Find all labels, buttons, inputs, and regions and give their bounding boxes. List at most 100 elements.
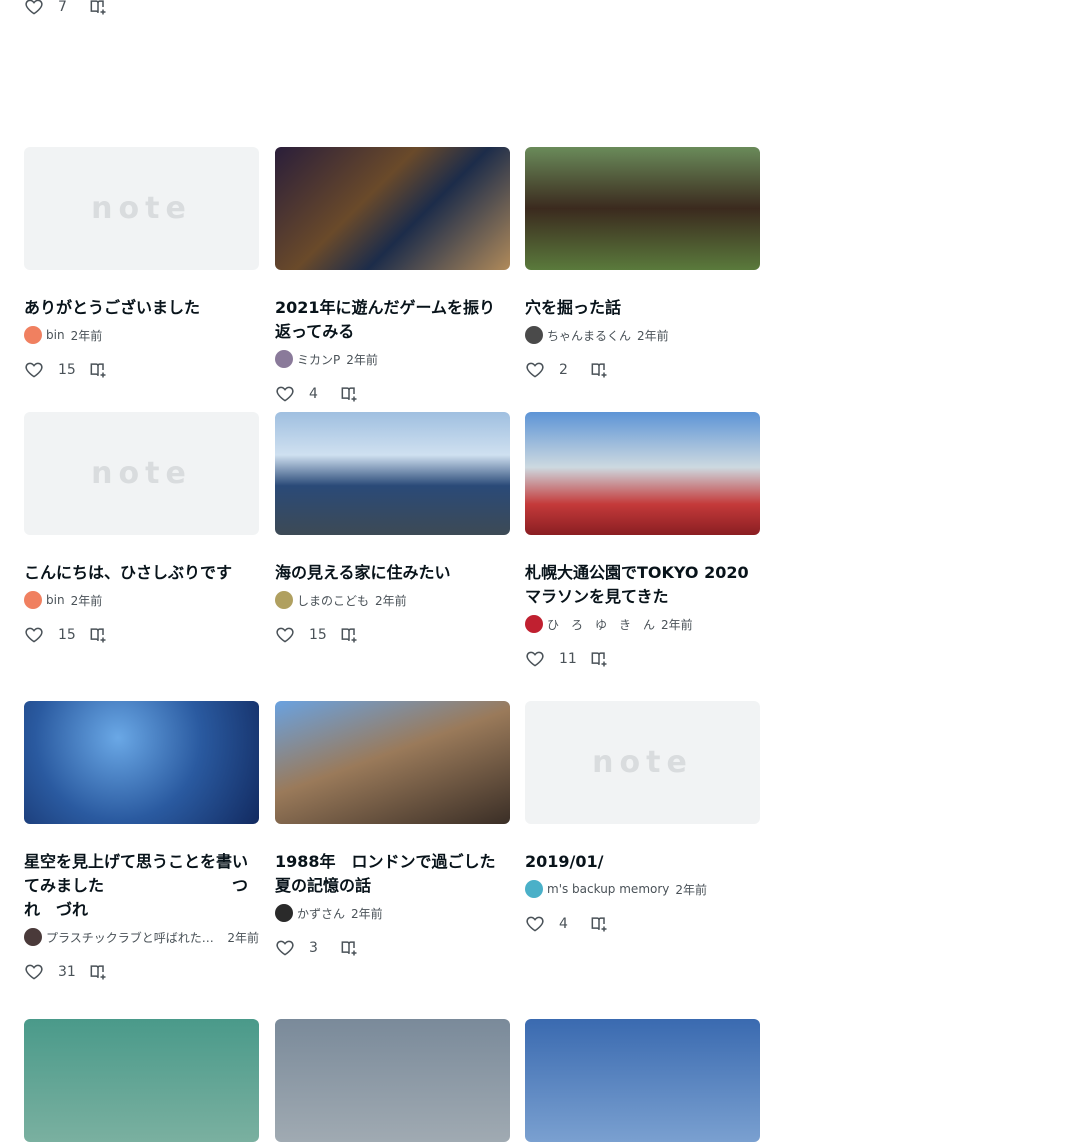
author-name[interactable]: プラスチックラブと呼ばれたシティポップ/Plastic Love [46, 929, 221, 946]
published-ago: 2年前 [375, 593, 407, 608]
article-actions: 15 [275, 625, 510, 645]
like-count: 11 [559, 651, 577, 667]
article-author[interactable]: かずさん 2年前 [275, 904, 510, 922]
article-thumbnail[interactable] [24, 701, 259, 824]
article-thumbnail[interactable] [275, 1019, 510, 1142]
author-name[interactable]: m's backup memory [547, 882, 669, 896]
article-card[interactable]: 星空を見上げて思うことを書いてみました つ れ づれプラスチックラブと呼ばれたシ… [24, 701, 259, 982]
published-ago: 2年前 [675, 882, 708, 897]
article-author[interactable]: m's backup memory 2年前 [525, 880, 760, 898]
avatar[interactable] [525, 326, 543, 344]
article-title[interactable]: 2021年に遊んだゲームを振り返ってみる [275, 296, 510, 344]
article-card[interactable]: 穴を掘った話 ちゃんまるくん 2年前 2 [525, 147, 760, 380]
avatar[interactable] [275, 904, 293, 922]
heart-icon[interactable] [525, 914, 545, 934]
published-ago: 2年前 [351, 906, 383, 921]
article-title[interactable]: こんにちは、ひさしぶりです [24, 561, 259, 585]
article-card[interactable]: note ありがとうございました bin 2年前 15 [24, 147, 259, 380]
heart-icon[interactable] [275, 384, 295, 404]
heart-icon[interactable] [24, 625, 44, 645]
author-name[interactable]: ひ ろ ゆ き ん [547, 616, 655, 633]
article-actions: 4 [275, 384, 510, 404]
article-author[interactable]: ひ ろ ゆ き ん 2年前 [525, 615, 760, 633]
article-thumbnail[interactable] [275, 412, 510, 535]
article-author[interactable]: ちゃんまるくん 2年前 [525, 326, 760, 344]
article-actions: 15 [24, 360, 259, 380]
article-thumbnail[interactable] [525, 1019, 760, 1142]
avatar[interactable] [24, 326, 42, 344]
published-ago: 2年前 [346, 352, 378, 367]
article-card[interactable] [24, 1019, 259, 1142]
heart-icon[interactable] [24, 0, 44, 17]
article-card[interactable] [275, 1019, 510, 1142]
article-author[interactable]: プラスチックラブと呼ばれたシティポップ/Plastic Love 2年前 [24, 928, 259, 946]
published-ago: 2年前 [661, 617, 693, 632]
article-title[interactable]: 星空を見上げて思うことを書いてみました つ れ づれ [24, 850, 259, 922]
like-count: 15 [58, 627, 76, 643]
heart-icon[interactable] [275, 938, 295, 958]
article-card[interactable] [525, 1019, 760, 1142]
article-card[interactable]: note 2019/01/m's backup memory 2年前 4 [525, 701, 760, 934]
article-card[interactable]: 2021年に遊んだゲームを振り返ってみるミカンP 2年前 4 [275, 147, 510, 404]
add-to-magazine-icon[interactable] [339, 625, 359, 645]
article-author[interactable]: bin 2年前 [24, 326, 259, 344]
add-to-magazine-icon[interactable] [339, 938, 359, 958]
add-to-magazine-icon[interactable] [589, 360, 609, 380]
add-to-magazine-icon[interactable] [589, 914, 609, 934]
article-actions: 4 [525, 914, 760, 934]
published-ago: 2年前 [70, 328, 103, 343]
author-name[interactable]: ミカンP [297, 351, 340, 368]
article-thumbnail[interactable]: note [24, 412, 259, 535]
article-thumbnail[interactable] [275, 701, 510, 824]
avatar[interactable] [525, 615, 543, 633]
like-count: 4 [309, 386, 318, 402]
like-count: 4 [559, 916, 568, 932]
article-card[interactable]: 1988年 ロンドンで過ごした夏の記憶の話かずさん 2年前 3 [275, 701, 510, 958]
article-thumbnail[interactable] [275, 147, 510, 270]
article-author[interactable]: ミカンP 2年前 [275, 350, 510, 368]
article-card[interactable]: Gemütlichkeit カフェのようにくつろげる居場所をつくるためにakit… [24, 0, 259, 17]
author-name[interactable]: bin [46, 328, 65, 342]
heart-icon[interactable] [24, 962, 44, 982]
article-card[interactable]: 札幌大通公園でTOKYO 2020マラソンを見てきたひ ろ ゆ き ん 2年前 11 [525, 412, 760, 669]
article-actions: 15 [24, 625, 259, 645]
article-thumbnail[interactable]: note [525, 701, 760, 824]
author-name[interactable]: bin [46, 593, 65, 607]
article-thumbnail[interactable] [525, 147, 760, 270]
heart-icon[interactable] [275, 625, 295, 645]
article-title[interactable]: 穴を掘った話 [525, 296, 760, 320]
avatar[interactable] [525, 880, 543, 898]
article-title[interactable]: 1988年 ロンドンで過ごした夏の記憶の話 [275, 850, 510, 898]
article-card[interactable]: 海の見える家に住みたいしまのこども 2年前 15 [275, 412, 510, 645]
author-name[interactable]: しまのこども [297, 592, 369, 609]
add-to-magazine-icon[interactable] [88, 360, 108, 380]
article-title[interactable]: 札幌大通公園でTOKYO 2020マラソンを見てきた [525, 561, 760, 609]
article-thumbnail[interactable] [525, 412, 760, 535]
add-to-magazine-icon[interactable] [339, 384, 359, 404]
avatar[interactable] [24, 591, 42, 609]
article-author[interactable]: bin 2年前 [24, 591, 259, 609]
article-thumbnail[interactable] [24, 1019, 259, 1142]
add-to-magazine-icon[interactable] [589, 649, 609, 669]
like-count: 15 [58, 362, 76, 378]
author-name[interactable]: かずさん [297, 905, 345, 922]
avatar[interactable] [275, 350, 293, 368]
article-actions: 11 [525, 649, 760, 669]
article-title[interactable]: ありがとうございました [24, 296, 259, 320]
article-title[interactable]: 2019/01/ [525, 850, 760, 874]
add-to-magazine-icon[interactable] [88, 625, 108, 645]
article-thumbnail[interactable]: note [24, 147, 259, 270]
heart-icon[interactable] [525, 360, 545, 380]
author-name[interactable]: ちゃんまるくん [547, 327, 631, 344]
add-to-magazine-icon[interactable] [88, 0, 108, 17]
heart-icon[interactable] [525, 649, 545, 669]
article-actions: 3 [275, 938, 510, 958]
article-card[interactable]: note こんにちは、ひさしぶりです bin 2年前 15 [24, 412, 259, 645]
heart-icon[interactable] [24, 360, 44, 380]
article-actions: 7 [24, 0, 259, 17]
article-author[interactable]: しまのこども 2年前 [275, 591, 510, 609]
add-to-magazine-icon[interactable] [88, 962, 108, 982]
avatar[interactable] [275, 591, 293, 609]
avatar[interactable] [24, 928, 42, 946]
article-title[interactable]: 海の見える家に住みたい [275, 561, 510, 585]
